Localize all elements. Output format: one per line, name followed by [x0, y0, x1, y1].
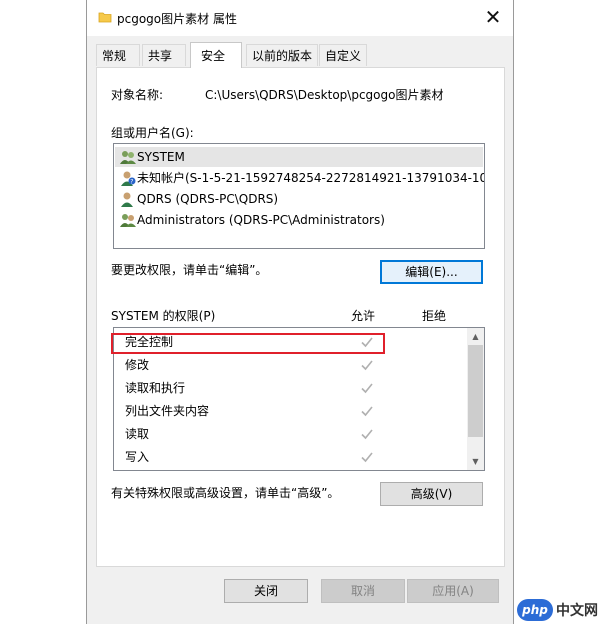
svg-text:?: ?: [130, 179, 133, 186]
user-label: Administrators (QDRS-PC\Administrators): [137, 213, 385, 227]
permission-label: 写入: [125, 450, 150, 464]
checkmark-icon: [361, 429, 373, 440]
scroll-thumb[interactable]: [468, 345, 483, 437]
checkmark-icon: [361, 406, 373, 417]
user-label: SYSTEM: [137, 150, 185, 164]
tab-custom[interactable]: 自定义: [319, 44, 367, 66]
cancel-button[interactable]: 取消: [321, 579, 405, 603]
list-item[interactable]: SYSTEM: [115, 147, 483, 167]
permission-row: 读取和执行: [125, 377, 185, 400]
properties-dialog: pcgogo图片素材 属性 ✕ 常规 共享 安全 以前的版本 自定义 对象名称:…: [86, 0, 514, 624]
checkmark-icon: [361, 452, 373, 463]
permission-row: 写入: [125, 446, 149, 469]
user-label: 未知帐户(S-1-5-21-1592748254-2272814921-1379…: [137, 171, 485, 185]
group-list-label: 组或用户名(G):: [111, 126, 194, 140]
permission-label: 列出文件夹内容: [125, 404, 210, 418]
user-label: QDRS (QDRS-PC\QDRS): [137, 192, 279, 206]
checkmark-icon: [361, 383, 373, 394]
tab-previous-versions[interactable]: 以前的版本: [246, 44, 318, 66]
user-icon: [121, 192, 133, 207]
permission-row: 修改: [125, 354, 149, 377]
group-icon: [120, 151, 136, 164]
watermark: php 中文网: [517, 598, 598, 622]
security-panel: 对象名称: C:\Users\QDRS\Desktop\pcgogo图片素材 组…: [96, 67, 505, 567]
permissions-scrollbar[interactable]: ▲ ▼: [467, 328, 484, 470]
permission-label: 读取: [125, 427, 150, 441]
object-name-label: 对象名称:: [111, 88, 164, 102]
edit-hint: 要更改权限，请单击“编辑”。: [111, 263, 268, 277]
advanced-button[interactable]: 高级(V): [380, 482, 483, 506]
close-x-icon[interactable]: ✕: [477, 2, 509, 32]
list-item[interactable]: Administrators (QDRS-PC\Administrators): [115, 210, 483, 230]
tab-general[interactable]: 常规: [96, 44, 140, 66]
apply-button[interactable]: 应用(A): [407, 579, 499, 603]
unknown-user-icon: ?: [121, 171, 136, 186]
group-icon: [120, 214, 136, 227]
object-name-value: C:\Users\QDRS\Desktop\pcgogo图片素材: [205, 88, 444, 102]
scroll-down-icon[interactable]: ▼: [467, 453, 484, 470]
window-title: pcgogo图片素材 属性: [117, 12, 237, 26]
title-bar: pcgogo图片素材 属性 ✕: [87, 0, 513, 36]
scroll-up-icon[interactable]: ▲: [467, 328, 484, 345]
permission-label: 修改: [125, 358, 150, 372]
folder-icon: [98, 12, 112, 23]
advanced-hint: 有关特殊权限或高级设置，请单击“高级”。: [111, 486, 340, 500]
checkmark-icon: [361, 360, 373, 371]
watermark-text: 中文网: [556, 603, 598, 619]
allow-column-header: 允许: [351, 309, 376, 323]
edit-button[interactable]: 编辑(E)...: [380, 260, 483, 284]
dialog-footer: 关闭 取消 应用(A): [87, 567, 513, 624]
list-item[interactable]: QDRS (QDRS-PC\QDRS): [115, 189, 483, 209]
user-list[interactable]: SYSTEM ? 未知帐户(S-1-5-21-1592748254-227281…: [113, 143, 485, 249]
tab-sharing[interactable]: 共享: [142, 44, 186, 66]
permission-row: 读取: [125, 423, 149, 446]
list-item[interactable]: ? 未知帐户(S-1-5-21-1592748254-2272814921-13…: [115, 168, 485, 188]
highlight-box: [111, 333, 385, 354]
tab-security[interactable]: 安全: [190, 42, 242, 68]
deny-column-header: 拒绝: [422, 309, 447, 323]
permissions-header: SYSTEM 的权限(P): [111, 309, 216, 323]
close-button[interactable]: 关闭: [224, 579, 308, 603]
watermark-badge: php: [517, 599, 553, 621]
permission-label: 读取和执行: [125, 381, 186, 395]
permission-row: 列出文件夹内容: [125, 400, 209, 423]
